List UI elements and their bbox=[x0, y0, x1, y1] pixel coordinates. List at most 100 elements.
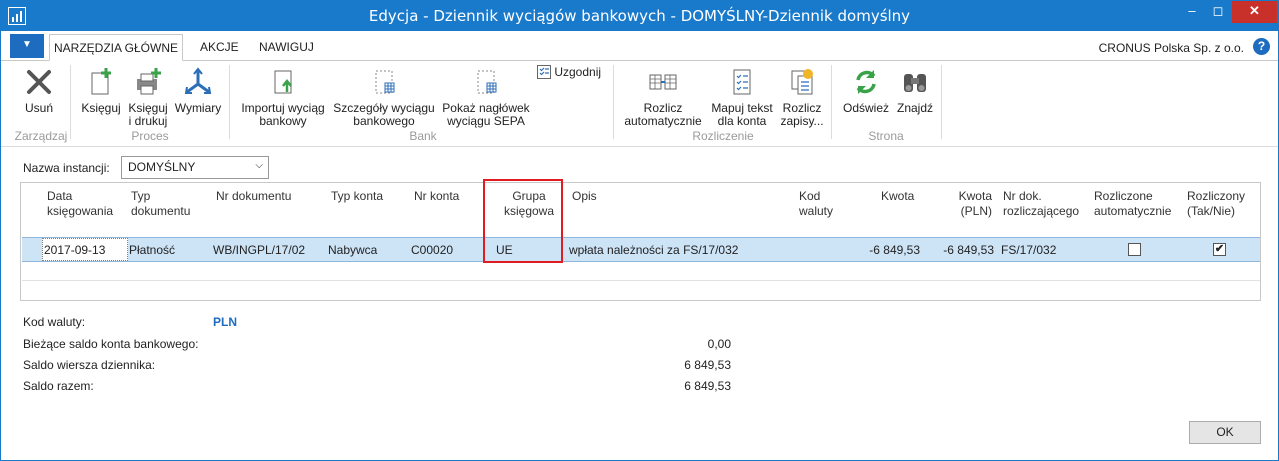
apply-automatically-button[interactable]: Rozlicz automatycznie bbox=[619, 66, 707, 128]
refresh-label: Odśwież bbox=[842, 101, 889, 115]
help-icon[interactable]: ? bbox=[1253, 38, 1270, 55]
col-header-applied-automatically[interactable]: Rozliczone automatycznie bbox=[1094, 189, 1171, 219]
total-balance-value: 6 849,53 bbox=[684, 379, 731, 393]
maximize-icon[interactable]: ◻ bbox=[1205, 1, 1231, 23]
tab-home[interactable]: NARZĘDZIA GŁÓWNE bbox=[49, 34, 183, 61]
dimensions-label: Wymiary bbox=[174, 101, 222, 115]
title-bar: Edycja - Dziennik wyciągów bankowych - D… bbox=[1, 1, 1278, 31]
delete-x-icon bbox=[27, 70, 51, 94]
ribbon-separator bbox=[229, 65, 230, 139]
application-menu-button[interactable]: ▼ bbox=[10, 34, 44, 58]
ribbon-separator bbox=[70, 65, 71, 139]
reconcile-button[interactable]: Uzgodnij bbox=[537, 65, 609, 79]
col-header-account-no[interactable]: Nr konta bbox=[414, 189, 459, 204]
col-header-applied[interactable]: Rozliczony (Tak/Nie) bbox=[1187, 189, 1245, 219]
post-label: Księguj bbox=[81, 101, 121, 115]
ok-button[interactable]: OK bbox=[1189, 421, 1261, 444]
col-header-applied-line1: Rozliczony bbox=[1187, 189, 1246, 203]
col-header-document-type[interactable]: Typ dokumentu bbox=[131, 189, 190, 219]
col-header-description[interactable]: Opis bbox=[572, 189, 597, 204]
import-bank-statement-button[interactable]: Importuj wyciąg bankowy bbox=[237, 66, 329, 128]
find-button[interactable]: Znajdź bbox=[893, 66, 937, 115]
col-header-amount-lcy[interactable]: Kwota (PLN) bbox=[956, 189, 992, 219]
sepa-label-1: Pokaż nagłówek bbox=[442, 101, 530, 115]
applies-to-doc-value[interactable]: FS/17/032 bbox=[1001, 243, 1056, 257]
col-header-currency-code-line2: waluty bbox=[799, 204, 834, 218]
description-value[interactable]: wpłata należności za FS/17/032 bbox=[569, 243, 738, 257]
col-header-document-no[interactable]: Nr dokumentu bbox=[216, 189, 291, 204]
window-title: Edycja - Dziennik wyciągów bankowych - D… bbox=[368, 7, 911, 25]
group-bank-label: Bank bbox=[409, 129, 437, 143]
tab-actions[interactable]: AKCJE bbox=[200, 34, 239, 61]
apply-label-2: zapisy... bbox=[780, 114, 824, 128]
delete-button[interactable]: Usuń bbox=[15, 66, 63, 115]
line-balance-label: Saldo wiersza dziennika: bbox=[23, 358, 156, 372]
statement-details-icon bbox=[375, 70, 395, 94]
document-no-value[interactable]: WB/INGPL/17/02 bbox=[213, 243, 305, 257]
sepa-header-icon bbox=[477, 70, 497, 94]
bank-statement-details-button[interactable]: Szczegóły wyciągu bankowego bbox=[333, 66, 435, 128]
bank-balance-value: 0,00 bbox=[707, 337, 731, 351]
col-header-posting-group-line1: Grupa bbox=[512, 189, 546, 203]
account-no-value[interactable]: C00020 bbox=[411, 243, 453, 257]
company-name: CRONUS Polska Sp. z o.o. bbox=[1098, 41, 1244, 55]
apply-entries-button[interactable]: Rozlicz zapisy... bbox=[779, 66, 825, 128]
line-balance-value: 6 849,53 bbox=[684, 358, 731, 372]
total-balance-label: Saldo razem: bbox=[23, 379, 94, 393]
map-text-to-account-button[interactable]: Mapuj tekst dla konta bbox=[707, 66, 777, 128]
col-header-posting-date[interactable]: Data księgowania bbox=[47, 189, 113, 219]
account-type-value[interactable]: Nabywca bbox=[328, 243, 377, 257]
minimize-icon[interactable]: ‒ bbox=[1179, 1, 1205, 23]
col-header-account-type[interactable]: Typ konta bbox=[331, 189, 383, 204]
group-page-label: Strona bbox=[868, 129, 904, 143]
details-label-1: Szczegóły wyciągu bbox=[333, 101, 435, 115]
post-button[interactable]: Księguj bbox=[77, 66, 125, 115]
table-row[interactable] bbox=[22, 263, 1260, 281]
instance-name-label: Nazwa instancji: bbox=[23, 161, 110, 175]
table-row[interactable]: 2017-09-13 Płatność WB/INGPL/17/02 Nabyw… bbox=[22, 237, 1260, 262]
group-manage-label: Zarządzaj bbox=[14, 129, 68, 143]
dimensions-icon bbox=[184, 67, 212, 94]
col-header-applies-to-doc-line2: rozliczającego bbox=[1003, 204, 1080, 218]
applied-checkbox[interactable]: ✔ bbox=[1213, 243, 1226, 256]
table-row[interactable] bbox=[22, 281, 1260, 300]
apply-label-1: Rozlicz bbox=[782, 101, 822, 115]
col-header-amount-lcy-line1: Kwota bbox=[958, 189, 992, 203]
instance-name-dropdown[interactable]: DOMYŚLNY ⌵ bbox=[121, 156, 269, 179]
delete-label: Usuń bbox=[24, 101, 53, 115]
find-label: Znajdź bbox=[896, 101, 934, 115]
check-icon: ✔ bbox=[1214, 243, 1225, 255]
col-header-applied-automatically-line1: Rozliczone bbox=[1094, 189, 1153, 203]
import-icon bbox=[274, 70, 292, 94]
sepa-label-2: wyciągu SEPA bbox=[447, 114, 525, 128]
ribbon: Usuń Księguj Księguj i drukuj Wymiary Im… bbox=[1, 61, 1278, 147]
posting-date-value: 2017-09-13 bbox=[44, 243, 106, 257]
currency-code-value[interactable]: PLN bbox=[213, 315, 253, 329]
col-header-applies-to-doc[interactable]: Nr dok. rozliczającego bbox=[1003, 189, 1079, 219]
refresh-button[interactable]: Odśwież bbox=[839, 66, 893, 115]
group-reconciliation-label: Rozliczenie bbox=[692, 129, 754, 143]
ribbon-separator bbox=[613, 65, 614, 139]
post-print-label-1: Księguj bbox=[128, 101, 168, 115]
document-type-value[interactable]: Płatność bbox=[129, 243, 175, 257]
show-sepa-header-button[interactable]: Pokaż nagłówek wyciągu SEPA bbox=[439, 66, 533, 128]
applied-automatically-checkbox[interactable] bbox=[1128, 243, 1141, 256]
dialog-window: Edycja - Dziennik wyciągów bankowych - D… bbox=[0, 0, 1279, 461]
amount-value[interactable]: -6 849,53 bbox=[852, 243, 920, 257]
posting-group-value[interactable]: UE bbox=[496, 243, 513, 257]
journal-lines-grid: Data księgowania Typ dokumentu Nr dokument… bbox=[20, 182, 1261, 301]
close-icon[interactable]: ✕ bbox=[1232, 1, 1277, 23]
dimensions-button[interactable]: Wymiary bbox=[173, 66, 223, 115]
col-header-posting-group[interactable]: Grupa księgowa bbox=[499, 189, 559, 219]
col-header-amount[interactable]: Kwota bbox=[881, 189, 914, 204]
map-label-2: dla konta bbox=[717, 114, 767, 128]
col-header-amount-lcy-line2: (PLN) bbox=[960, 204, 992, 218]
details-label-2: bankowego bbox=[353, 114, 415, 128]
col-header-currency-code[interactable]: Kod waluty bbox=[799, 189, 833, 219]
post-and-print-button[interactable]: Księguj i drukuj bbox=[125, 66, 171, 128]
amount-lcy-value[interactable]: -6 849,53 bbox=[926, 243, 994, 257]
col-header-posting-group-line2: księgowa bbox=[503, 204, 555, 218]
tab-navigate[interactable]: NAWIGUJ bbox=[259, 34, 314, 61]
import-label-2: bankowy bbox=[259, 114, 307, 128]
ribbon-separator bbox=[831, 65, 832, 139]
